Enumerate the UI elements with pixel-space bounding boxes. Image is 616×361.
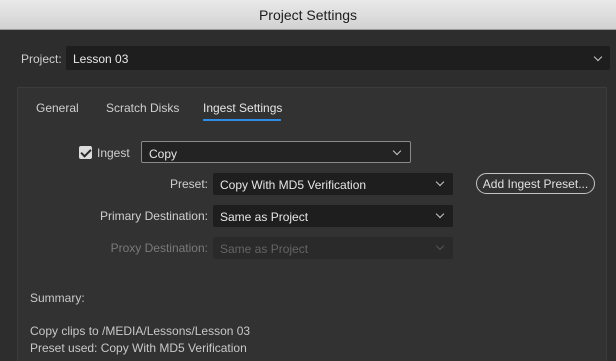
summary-label: Summary:	[30, 291, 85, 305]
ingest-mode-value: Copy	[149, 147, 178, 161]
project-row: Project: Lesson 03	[0, 43, 616, 73]
primary-destination-select[interactable]: Same as Project	[213, 205, 453, 227]
proxy-destination-value: Same as Project	[220, 242, 309, 256]
window-titlebar: Project Settings	[0, 0, 616, 30]
project-select[interactable]: Lesson 03	[66, 46, 610, 70]
chevron-down-icon	[435, 177, 445, 187]
project-select-value: Lesson 03	[73, 52, 129, 66]
checkmark-icon	[80, 146, 92, 158]
chevron-down-icon	[435, 209, 445, 219]
proxy-destination-label: Proxy Destination:	[110, 241, 208, 255]
tab-scratch-disks[interactable]: Scratch Disks	[106, 101, 179, 115]
active-tab-indicator	[203, 119, 281, 121]
add-ingest-preset-button[interactable]: Add Ingest Preset...	[476, 173, 595, 194]
settings-panel: General Scratch Disks Ingest Settings In…	[17, 87, 607, 361]
ingest-mode-select[interactable]: Copy	[141, 141, 411, 163]
preset-value: Copy With MD5 Verification	[220, 178, 367, 192]
project-label: Project:	[21, 52, 62, 66]
preset-label: Preset:	[169, 177, 208, 191]
chevron-down-icon	[392, 146, 402, 156]
chevron-down-icon	[593, 52, 603, 62]
window-title: Project Settings	[258, 6, 358, 23]
tab-general[interactable]: General	[36, 101, 79, 115]
proxy-destination-select: Same as Project	[213, 237, 453, 259]
primary-destination-label: Primary Destination:	[99, 209, 208, 223]
ingest-checkbox-label: Ingest	[97, 146, 130, 160]
primary-destination-value: Same as Project	[220, 210, 309, 224]
tab-ingest-settings[interactable]: Ingest Settings	[203, 101, 282, 115]
summary-line: Copy clips to /MEDIA/Lessons/Lesson 03	[30, 324, 251, 338]
summary-line: Preset used: Copy With MD5 Verification	[30, 341, 247, 355]
ingest-checkbox[interactable]	[79, 146, 92, 159]
chevron-down-icon	[435, 241, 445, 251]
preset-select[interactable]: Copy With MD5 Verification	[213, 173, 453, 195]
